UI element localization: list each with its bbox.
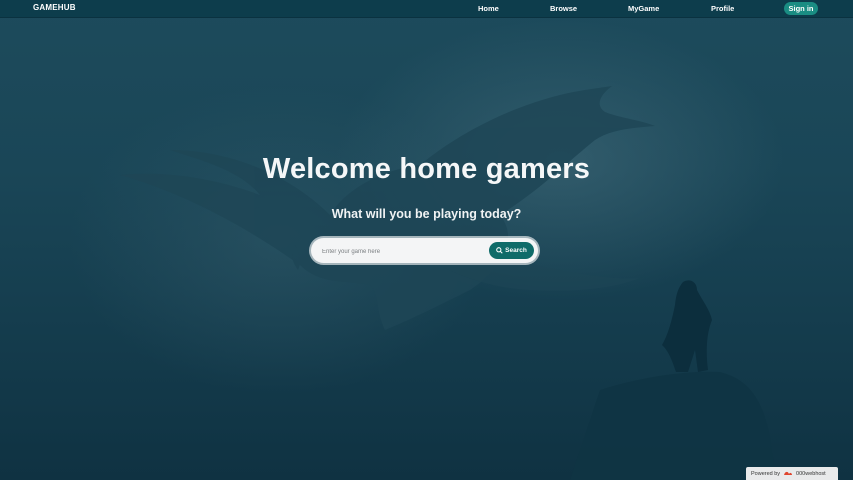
powered-by-label: Powered by	[751, 470, 781, 477]
search-icon	[496, 247, 503, 254]
top-navbar: GAMEHUB Home Browse MyGame Profile Sign …	[0, 0, 853, 18]
sign-in-button[interactable]: Sign in	[784, 2, 818, 15]
nav-link-home[interactable]: Home	[478, 4, 499, 13]
nav-link-profile[interactable]: Profile	[711, 4, 734, 13]
nav-link-browse[interactable]: Browse	[550, 4, 577, 13]
powered-by-badge[interactable]: Powered by 000webhost	[746, 467, 838, 480]
brand-logo[interactable]: GAMEHUB	[33, 3, 76, 12]
hero-subtitle: What will you be playing today?	[331, 207, 522, 221]
search-button[interactable]: Search	[489, 242, 534, 259]
host-name: 000webhost	[796, 470, 826, 477]
search-input[interactable]	[320, 244, 484, 259]
host-logo-icon	[783, 470, 793, 477]
search-button-label: Search	[505, 247, 527, 254]
hero-title: Welcome home gamers	[262, 153, 591, 185]
nav-link-mygame[interactable]: MyGame	[628, 4, 659, 13]
